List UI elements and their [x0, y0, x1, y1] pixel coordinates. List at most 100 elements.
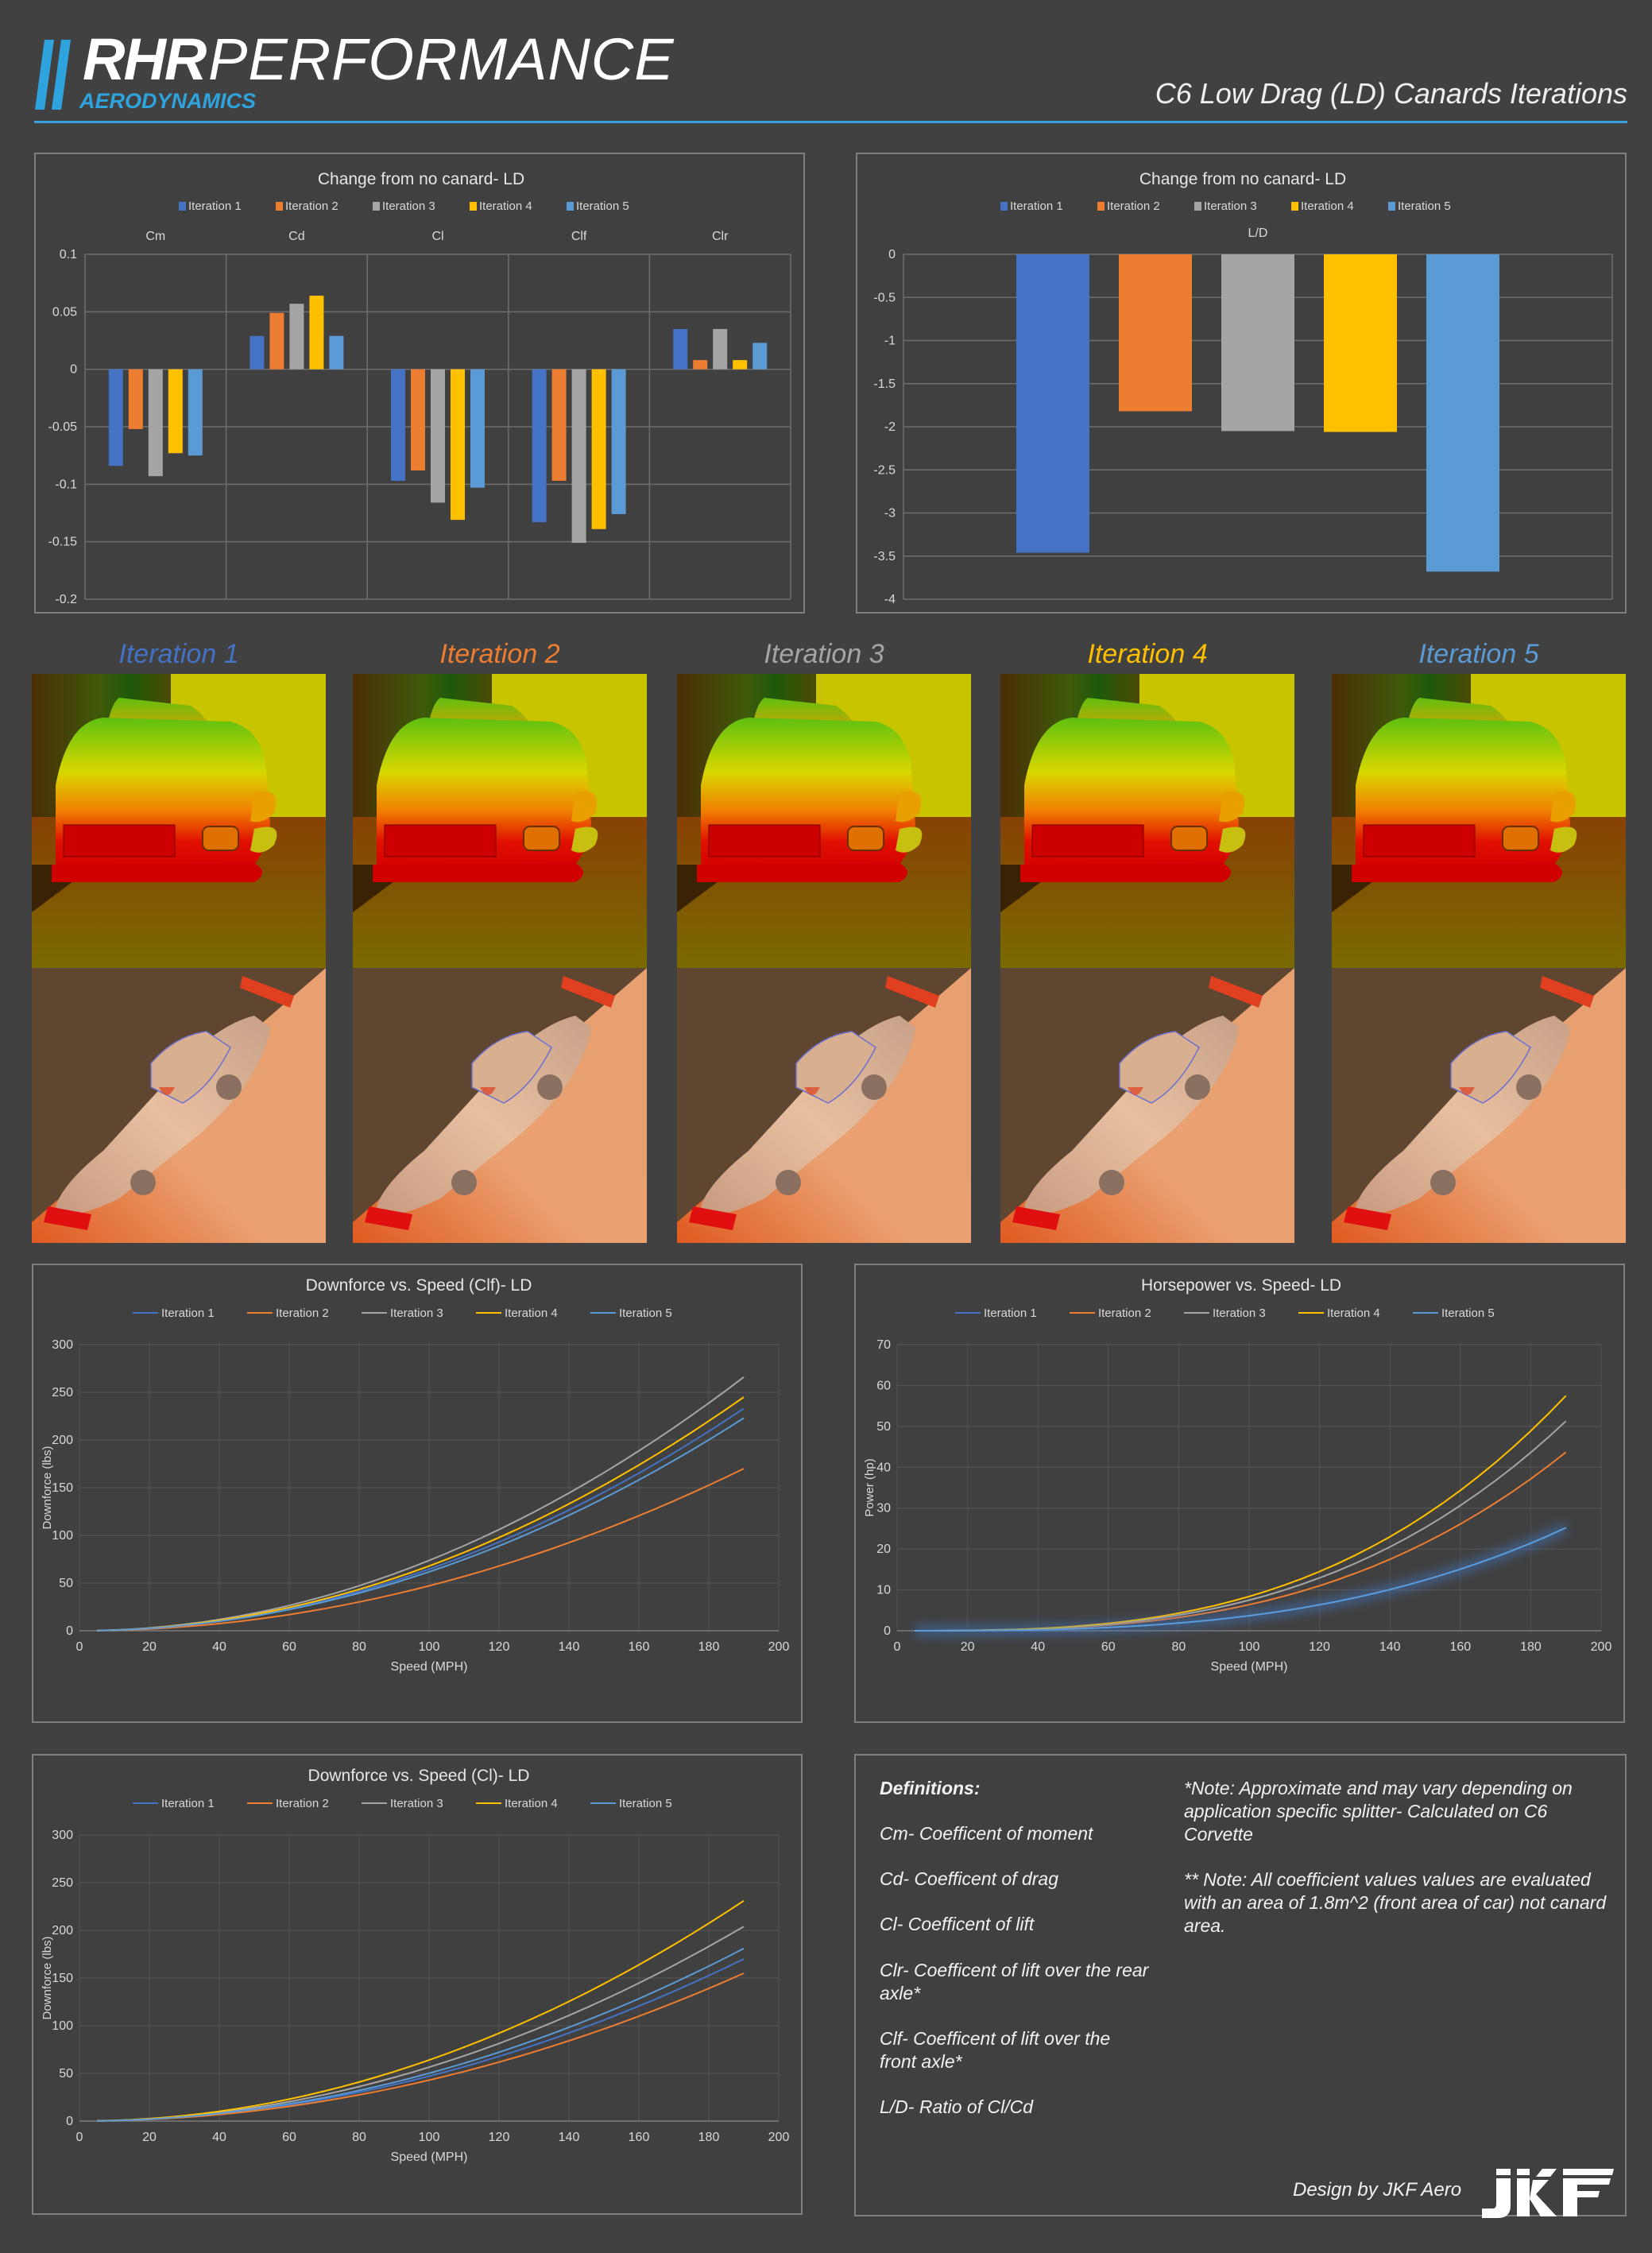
legend-label: Iteration 3: [390, 1307, 443, 1320]
y-axis-label: Downforce (lbs): [41, 1936, 54, 2019]
x-tick-label: 60: [282, 2131, 296, 2144]
y-tick-label: 0: [884, 1624, 891, 1638]
legend-label: Iteration 2: [1107, 199, 1160, 213]
y-tick-label: 150: [52, 1481, 73, 1495]
legend-label: Iteration 1: [188, 199, 242, 213]
x-axis-label: Speed (MPH): [1211, 1660, 1288, 1674]
horsepower-line-chart: Horsepower vs. Speed- LD Iteration 1 Itera…: [854, 1264, 1625, 1723]
bar-iteration-3: [1221, 254, 1294, 432]
y-tick-label: 60: [876, 1379, 891, 1392]
bar-iteration-1: [391, 369, 405, 481]
y-axis-label: Downforce (lbs): [41, 1446, 54, 1529]
bar-iteration-4: [309, 296, 324, 370]
bar-iteration-2: [551, 369, 567, 481]
y-tick-label: 0: [66, 2115, 73, 2128]
x-tick-label: 0: [894, 1640, 901, 1654]
x-tick-label: 160: [1449, 1640, 1471, 1654]
x-tick-label: 200: [768, 1640, 790, 1654]
page-title: C6 Low Drag (LD) Canards Iterations: [1155, 77, 1627, 110]
category-label: Cm: [145, 230, 165, 243]
bar-iteration-2: [269, 312, 284, 370]
x-tick-label: 140: [559, 2131, 580, 2144]
category-label: Clf: [571, 230, 587, 243]
legend-label: Iteration 1: [161, 1797, 215, 1810]
bar-iteration-5: [470, 369, 485, 488]
logo-performance: PERFORMANCE: [208, 26, 675, 92]
bar-iteration-1: [1016, 254, 1089, 553]
downforce-clf-line-chart: Downforce vs. Speed (Clf)- LD Iteration 1…: [32, 1264, 803, 1723]
legend-swatch: [1000, 202, 1008, 211]
x-tick-label: 40: [212, 2131, 226, 2144]
cfd-front-view-image: [1000, 674, 1294, 968]
x-tick-label: 60: [1101, 1640, 1116, 1654]
legend-swatch: [1388, 202, 1395, 211]
iteration-caption: Iteration 2: [439, 639, 560, 669]
logo-stripes-icon: [35, 40, 71, 110]
legend-label: Iteration 4: [505, 1797, 558, 1810]
y-tick-label: 100: [52, 1529, 73, 1543]
horsepower-line-chart-svg: Horsepower vs. Speed- LD Iteration 1 Itera…: [863, 1276, 1611, 1674]
logo-aerodynamics: AERODYNAMICS: [79, 89, 257, 113]
jkf-logo-icon: [1482, 2169, 1614, 2218]
y-tick-label: -2.5: [873, 463, 896, 477]
y-tick-label: 50: [876, 1420, 891, 1434]
y-tick-label: 40: [876, 1461, 891, 1474]
bar-iteration-5: [188, 369, 203, 456]
bar-iteration-4: [451, 369, 465, 521]
y-axis-label: Power (hp): [863, 1458, 876, 1516]
series-line-iteration-4: [96, 1396, 745, 1632]
legend-label: Iteration 2: [1098, 1307, 1151, 1320]
cfd-top-view-image: [677, 968, 971, 1243]
legend-label: Iteration 2: [276, 1307, 329, 1320]
iteration-caption: Iteration 1: [118, 639, 239, 669]
legend-label: Iteration 2: [276, 1797, 329, 1810]
cfd-top-view-image: [32, 968, 326, 1243]
legend-label: Iteration 3: [390, 1797, 443, 1810]
series-line-iteration-3: [96, 1376, 745, 1632]
category-label: Cl: [431, 230, 443, 243]
x-axis-label: Speed (MPH): [391, 2150, 468, 2164]
legend-label: Iteration 3: [382, 199, 435, 213]
x-tick-label: 0: [76, 2131, 83, 2144]
legend-swatch: [276, 202, 283, 211]
legend-label: Iteration 4: [479, 199, 532, 213]
bar-iteration-2: [1119, 254, 1192, 412]
logo-rhr: RHR: [83, 26, 207, 92]
legend-swatch: [1194, 202, 1201, 211]
design-credit: Design by JKF Aero: [1293, 2179, 1462, 2201]
cfd-front-view-image: [353, 674, 647, 968]
legend-label: Iteration 3: [1204, 199, 1257, 213]
bar-iteration-4: [168, 369, 183, 454]
legend-swatch: [470, 202, 477, 211]
bar-iteration-2: [693, 360, 708, 370]
definition-item: Clr- Coefficent of lift over the rear ax…: [880, 1960, 1149, 2003]
y-tick-label: -0.2: [55, 593, 77, 606]
y-tick-label: 100: [52, 2019, 73, 2033]
y-tick-label: 250: [52, 1386, 73, 1399]
y-tick-label: -1.5: [873, 377, 896, 391]
definition-item: L/D- Ratio of Cl/Cd: [880, 2096, 1034, 2117]
ld-bar-chart-svg: Change from no canard- LD Iteration 1 Iter…: [873, 170, 1613, 606]
legend-swatch: [179, 202, 186, 211]
cfd-front-view-image: [677, 674, 971, 968]
x-tick-label: 20: [142, 1640, 157, 1654]
y-tick-label: -2: [884, 420, 896, 434]
legend-label: Iteration 4: [505, 1307, 558, 1320]
y-tick-label: 0.1: [60, 248, 77, 261]
y-tick-label: 30: [876, 1502, 891, 1516]
y-tick-label: -4: [884, 593, 896, 606]
cfd-front-view-image: [32, 674, 326, 968]
note-coefficient-area: ** Note: All coefficient values values a…: [1184, 1869, 1607, 1936]
x-axis-label: Speed (MPH): [391, 1660, 468, 1674]
downforce-cl-line-chart: Downforce vs. Speed (Cl)- LD Iteration 1 I…: [32, 1754, 803, 2215]
y-tick-label: 0: [70, 363, 77, 377]
x-tick-label: 80: [352, 1640, 366, 1654]
bar-iteration-3: [289, 304, 304, 370]
bar-iteration-3: [571, 369, 586, 544]
cfd-top-view-image: [1332, 968, 1626, 1243]
x-tick-label: 120: [489, 1640, 510, 1654]
downforce-cl-line-chart-svg: Downforce vs. Speed (Cl)- LD Iteration 1 I…: [41, 1767, 789, 2164]
x-tick-label: 20: [961, 1640, 975, 1654]
bar-iteration-2: [128, 369, 143, 429]
y-tick-label: 0.05: [52, 305, 77, 319]
